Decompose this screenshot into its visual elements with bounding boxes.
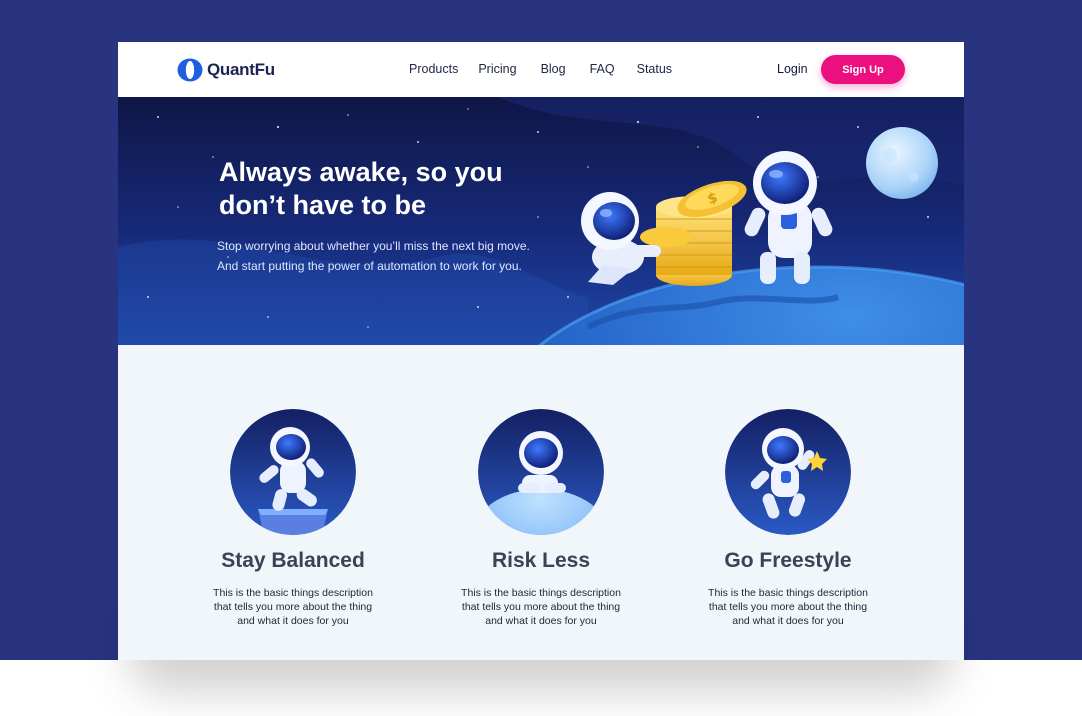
nav-link-pricing[interactable]: Pricing (478, 62, 516, 76)
website-mockup: QuantFu Products Pricing Blog FAQ Status… (118, 42, 964, 660)
hero-section: $ Always awake, so you don’t have to be … (118, 97, 964, 345)
features-section: Stay Balanced This is the basic things d… (118, 345, 964, 660)
brand-name: QuantFu (207, 60, 275, 79)
feature-description: This is the basic things description tha… (213, 587, 373, 627)
feature-title: Stay Balanced (221, 549, 365, 572)
astronaut-balancing-icon (230, 409, 356, 535)
hero-title: Always awake, so you don’t have to be (219, 157, 503, 220)
feature-description: This is the basic things description tha… (708, 587, 868, 627)
signup-button[interactable]: Sign Up (821, 55, 905, 84)
brand-logo[interactable]: QuantFu (176, 58, 275, 82)
feature-title: Risk Less (491, 549, 591, 572)
feature-description: This is the basic things description tha… (461, 587, 621, 627)
feature-title: Go Freestyle (724, 549, 852, 572)
nav-link-status[interactable]: Status (637, 62, 672, 76)
astronaut-star-icon (725, 409, 851, 535)
top-navbar: QuantFu Products Pricing Blog FAQ Status… (118, 42, 964, 97)
astronaut-relaxing-icon (478, 409, 604, 535)
nav-link-products[interactable]: Products (409, 62, 458, 76)
nav-link-faq[interactable]: FAQ (590, 62, 615, 76)
main-nav: Products Pricing Blog FAQ Status (409, 62, 692, 76)
hero-subtitle: Stop worrying about whether you’ll miss … (217, 239, 530, 273)
login-link[interactable]: Login (777, 62, 808, 76)
quantfu-logo-icon (177, 58, 203, 82)
nav-link-blog[interactable]: Blog (541, 62, 566, 76)
